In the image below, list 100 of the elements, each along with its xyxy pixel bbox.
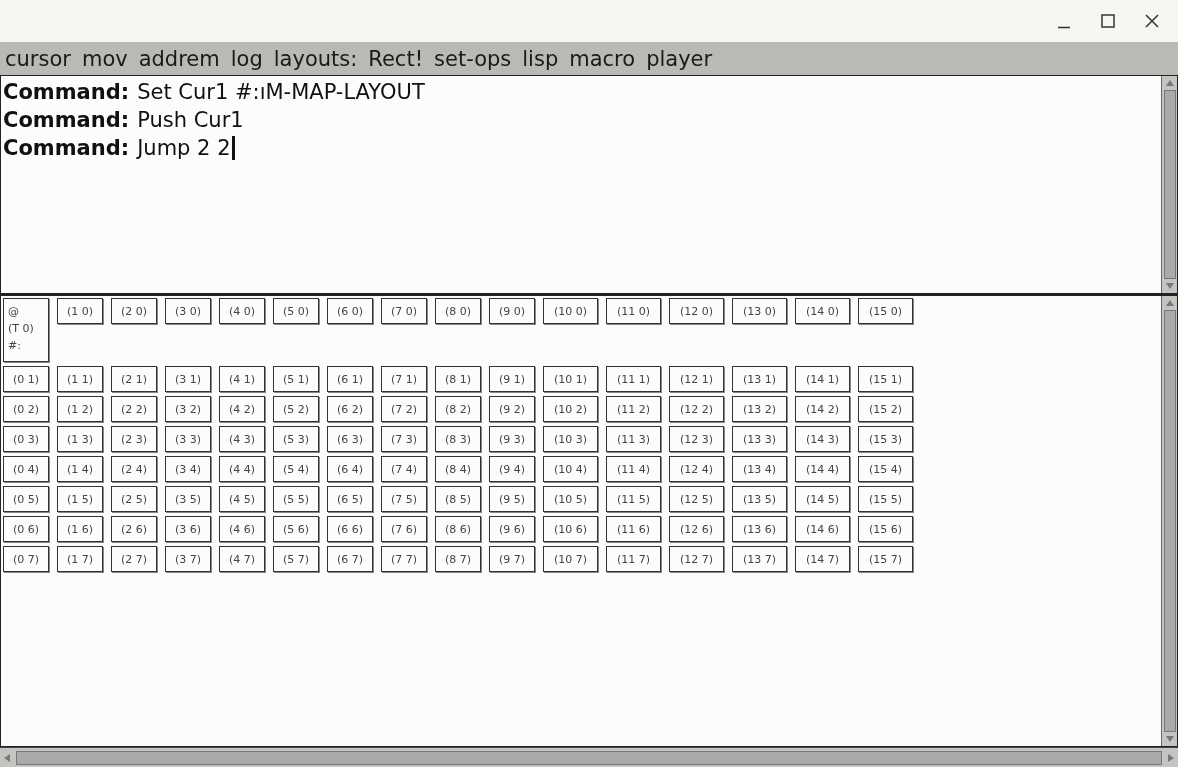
grid-cell[interactable]: (10 5) xyxy=(543,486,598,512)
grid-cell[interactable]: (5 7) xyxy=(273,546,319,572)
grid-cell[interactable]: (15 1) xyxy=(858,366,913,392)
menu-item[interactable]: cursor xyxy=(5,46,71,71)
menu-item[interactable]: mov xyxy=(81,46,128,71)
grid-cell[interactable]: (13 7) xyxy=(732,546,787,572)
grid-cell[interactable]: (12 4) xyxy=(669,456,724,482)
grid-cell[interactable]: (10 4) xyxy=(543,456,598,482)
origin-cell[interactable]: @ (T 0) #: xyxy=(3,298,49,362)
grid-cell[interactable]: (9 1) xyxy=(489,366,535,392)
vertical-scrollbar[interactable] xyxy=(1161,296,1177,746)
grid-cell[interactable]: (2 4) xyxy=(111,456,157,482)
scroll-up-icon[interactable] xyxy=(1164,78,1175,88)
grid-cell[interactable]: (6 4) xyxy=(327,456,373,482)
grid-cell[interactable]: (2 3) xyxy=(111,426,157,452)
grid-cell[interactable]: (11 5) xyxy=(606,486,661,512)
grid-cell[interactable]: (1 2) xyxy=(57,396,103,422)
grid-cell[interactable]: (12 1) xyxy=(669,366,724,392)
grid-cell[interactable]: (5 4) xyxy=(273,456,319,482)
vertical-scrollbar[interactable] xyxy=(1161,76,1177,293)
grid-cell[interactable]: (11 1) xyxy=(606,366,661,392)
grid-cell[interactable]: (15 5) xyxy=(858,486,913,512)
grid-cell[interactable]: (14 5) xyxy=(795,486,850,512)
grid-cell[interactable]: (0 3) xyxy=(3,426,49,452)
grid-cell[interactable]: (2 5) xyxy=(111,486,157,512)
grid-cell[interactable]: (12 0) xyxy=(669,298,724,324)
grid-cell[interactable]: (4 0) xyxy=(219,298,265,324)
menu-item[interactable]: player xyxy=(646,46,713,71)
grid-cell[interactable]: (0 6) xyxy=(3,516,49,542)
menu-item[interactable]: addrem xyxy=(138,46,220,71)
grid-cell[interactable]: (4 5) xyxy=(219,486,265,512)
grid-cell[interactable]: (1 1) xyxy=(57,366,103,392)
grid-cell[interactable]: (7 1) xyxy=(381,366,427,392)
grid-cell[interactable]: (12 6) xyxy=(669,516,724,542)
menu-item[interactable]: Rect! xyxy=(368,46,424,71)
grid-cell[interactable]: (1 0) xyxy=(57,298,103,324)
grid-cell[interactable]: (14 3) xyxy=(795,426,850,452)
grid-cell[interactable]: (14 2) xyxy=(795,396,850,422)
grid-cell[interactable]: (8 7) xyxy=(435,546,481,572)
grid-cell[interactable]: (4 2) xyxy=(219,396,265,422)
grid-cell[interactable]: (6 1) xyxy=(327,366,373,392)
grid-cell[interactable]: (9 4) xyxy=(489,456,535,482)
grid-cell[interactable]: (11 6) xyxy=(606,516,661,542)
grid-cell[interactable]: (14 7) xyxy=(795,546,850,572)
grid-cell[interactable]: (0 7) xyxy=(3,546,49,572)
grid-cell[interactable]: (8 1) xyxy=(435,366,481,392)
grid-cell[interactable]: (6 2) xyxy=(327,396,373,422)
grid-cell[interactable]: (0 2) xyxy=(3,396,49,422)
menu-item[interactable]: macro xyxy=(569,46,636,71)
grid-cell[interactable]: (0 4) xyxy=(3,456,49,482)
menu-item[interactable]: layouts: xyxy=(273,46,358,71)
grid-cell[interactable]: (1 4) xyxy=(57,456,103,482)
grid-cell[interactable]: (3 4) xyxy=(165,456,211,482)
grid-cell[interactable]: (14 0) xyxy=(795,298,850,324)
grid-cell[interactable]: (5 5) xyxy=(273,486,319,512)
grid-cell[interactable]: (5 3) xyxy=(273,426,319,452)
grid-cell[interactable]: (4 6) xyxy=(219,516,265,542)
grid-cell[interactable]: (15 6) xyxy=(858,516,913,542)
menu-item[interactable]: set-ops xyxy=(434,46,512,71)
grid-cell[interactable]: (11 2) xyxy=(606,396,661,422)
grid-cell[interactable]: (1 7) xyxy=(57,546,103,572)
grid-cell[interactable]: (0 1) xyxy=(3,366,49,392)
grid-cell[interactable]: (3 7) xyxy=(165,546,211,572)
grid-cell[interactable]: (3 0) xyxy=(165,298,211,324)
grid-cell[interactable]: (14 6) xyxy=(795,516,850,542)
grid-cell[interactable]: (3 6) xyxy=(165,516,211,542)
grid-cell[interactable]: (6 6) xyxy=(327,516,373,542)
grid-cell[interactable]: (3 5) xyxy=(165,486,211,512)
grid-cell[interactable]: (7 3) xyxy=(381,426,427,452)
grid-cell[interactable]: (10 1) xyxy=(543,366,598,392)
grid-cell[interactable]: (9 7) xyxy=(489,546,535,572)
grid-cell[interactable]: (12 5) xyxy=(669,486,724,512)
grid-cell[interactable]: (8 6) xyxy=(435,516,481,542)
grid-cell[interactable]: (2 7) xyxy=(111,546,157,572)
grid-cell[interactable]: (7 5) xyxy=(381,486,427,512)
grid-cell[interactable]: (15 4) xyxy=(858,456,913,482)
grid-cell[interactable]: (8 0) xyxy=(435,298,481,324)
grid-cell[interactable]: (9 5) xyxy=(489,486,535,512)
grid-cell[interactable]: (10 2) xyxy=(543,396,598,422)
grid-cell[interactable]: (2 0) xyxy=(111,298,157,324)
scrollbar-thumb[interactable] xyxy=(1163,90,1176,279)
scroll-right-icon[interactable] xyxy=(1166,752,1176,763)
grid-cell[interactable]: (6 7) xyxy=(327,546,373,572)
grid-cell[interactable]: (3 1) xyxy=(165,366,211,392)
grid-cell[interactable]: (7 6) xyxy=(381,516,427,542)
grid-cell[interactable]: (5 0) xyxy=(273,298,319,324)
scrollbar-thumb[interactable] xyxy=(1163,310,1176,732)
grid-cell[interactable]: (8 3) xyxy=(435,426,481,452)
grid-cell[interactable]: (4 1) xyxy=(219,366,265,392)
grid-cell[interactable]: (3 3) xyxy=(165,426,211,452)
grid-cell[interactable]: (9 6) xyxy=(489,516,535,542)
scroll-left-icon[interactable] xyxy=(2,752,12,763)
grid-cell[interactable]: (13 1) xyxy=(732,366,787,392)
grid-cell[interactable]: (10 3) xyxy=(543,426,598,452)
scroll-down-icon[interactable] xyxy=(1164,734,1175,744)
scroll-down-icon[interactable] xyxy=(1164,281,1175,291)
grid-cell[interactable]: (11 0) xyxy=(606,298,661,324)
horizontal-scrollbar[interactable] xyxy=(0,747,1178,767)
grid-cell[interactable]: (9 3) xyxy=(489,426,535,452)
grid-cell[interactable]: (7 7) xyxy=(381,546,427,572)
